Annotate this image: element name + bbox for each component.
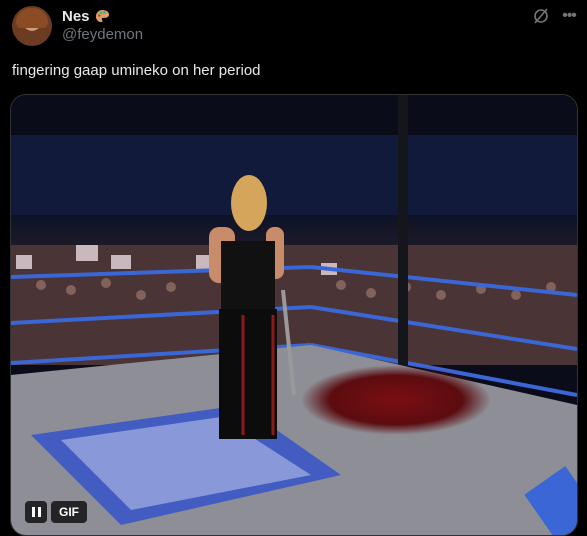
artist-palette-icon: [95, 9, 110, 24]
more-icon[interactable]: •••: [560, 7, 578, 25]
gif-badge: GIF: [51, 501, 87, 523]
gif-frame: [11, 95, 577, 535]
display-name[interactable]: Nes: [62, 8, 90, 25]
user-avatar[interactable]: [12, 6, 52, 46]
pause-icon[interactable]: [25, 501, 47, 523]
tweet-text: fingering gaap umineko on her period: [12, 62, 261, 79]
tweet-media-gif[interactable]: GIF: [10, 94, 578, 536]
user-name-row: Nes: [62, 6, 110, 26]
grok-icon[interactable]: [532, 7, 550, 25]
gif-controls: GIF: [25, 501, 87, 523]
user-handle[interactable]: @feydemon: [62, 26, 143, 43]
